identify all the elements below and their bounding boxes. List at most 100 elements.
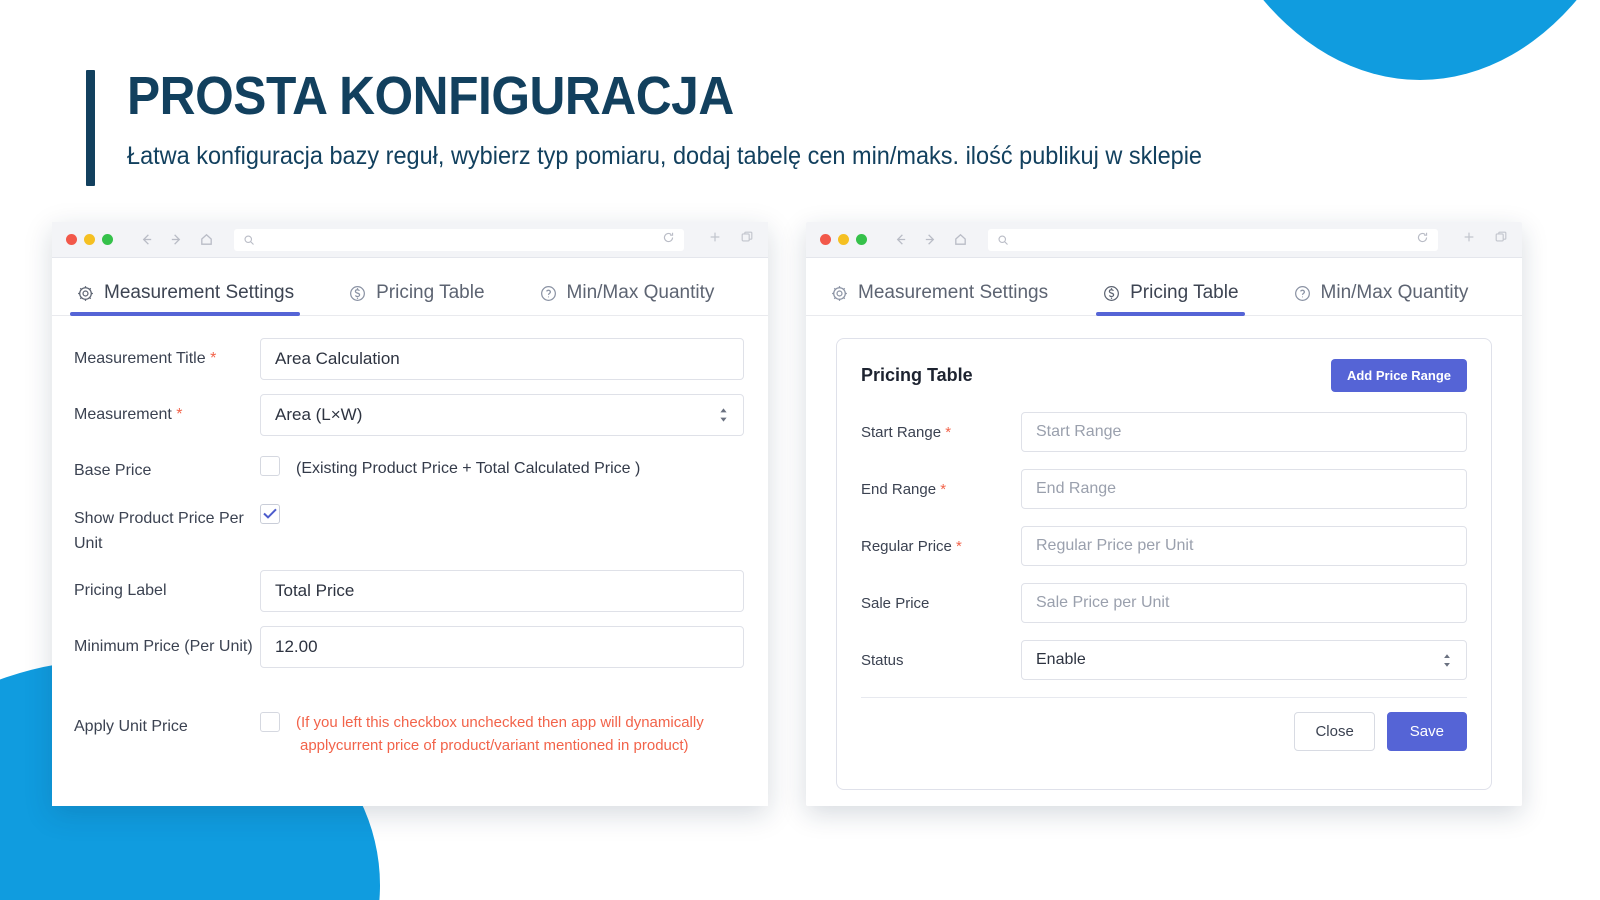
browser-window-measurement-settings: Measurement Settings Pricing Table Min/M… bbox=[52, 222, 768, 806]
window-controls[interactable] bbox=[66, 234, 113, 245]
required-asterisk: * bbox=[956, 537, 962, 555]
copy-tabs-icon[interactable] bbox=[1494, 230, 1508, 249]
arrow-right-icon[interactable] bbox=[923, 232, 938, 247]
hero-accent-bar bbox=[86, 70, 95, 186]
minimize-window-dot[interactable] bbox=[84, 234, 95, 245]
tab-pricing-table[interactable]: Pricing Table bbox=[1096, 282, 1245, 316]
apply-unit-price-note: (If you left this checkbox unchecked the… bbox=[296, 712, 704, 757]
tab-measurement-settings[interactable]: Measurement Settings bbox=[824, 282, 1054, 316]
base-price-description: (Existing Product Price + Total Calculat… bbox=[296, 460, 641, 477]
status-select-value: Enable bbox=[1036, 651, 1086, 668]
dollar-circle-icon bbox=[348, 284, 367, 303]
close-button[interactable]: Close bbox=[1294, 712, 1375, 751]
arrow-right-icon[interactable] bbox=[169, 232, 184, 247]
tab-pricing-table[interactable]: Pricing Table bbox=[342, 282, 490, 316]
maximize-window-dot[interactable] bbox=[102, 234, 113, 245]
field-label: Minimum Price (Per Unit) bbox=[74, 638, 253, 656]
gear-icon bbox=[76, 284, 95, 303]
field-label: Sale Price bbox=[861, 594, 930, 612]
card-divider bbox=[861, 697, 1467, 698]
poster-canvas: PROSTA KONFIGURACJA Łatwa konfiguracja b… bbox=[0, 0, 1600, 900]
browser-chrome-left bbox=[52, 222, 768, 258]
regular-price-input[interactable]: Regular Price per Unit bbox=[1021, 526, 1467, 566]
plus-icon[interactable] bbox=[708, 230, 722, 249]
field-status: Status Enable bbox=[861, 640, 1467, 680]
page-subtitle: Łatwa konfiguracja bazy reguł, wybierz t… bbox=[127, 142, 1203, 171]
end-range-input[interactable]: End Range bbox=[1021, 469, 1467, 509]
field-label: Apply Unit Price bbox=[74, 718, 188, 736]
measurement-settings-form: Measurement Title * Area Calculation Mea… bbox=[52, 316, 768, 757]
tab-label: Pricing Table bbox=[1130, 282, 1239, 303]
pricing-table-title: Pricing Table bbox=[861, 365, 973, 385]
reload-icon[interactable] bbox=[1416, 231, 1429, 249]
required-asterisk: * bbox=[940, 480, 947, 498]
plus-icon[interactable] bbox=[1462, 230, 1476, 249]
field-label: Base Price bbox=[74, 462, 152, 479]
close-window-dot[interactable] bbox=[66, 234, 77, 245]
tab-label: Min/Max Quantity bbox=[1320, 282, 1469, 303]
tab-measurement-settings[interactable]: Measurement Settings bbox=[70, 282, 301, 316]
reload-icon[interactable] bbox=[662, 231, 675, 249]
close-window-dot[interactable] bbox=[820, 234, 831, 245]
gear-icon bbox=[830, 284, 849, 303]
hero-block: PROSTA KONFIGURACJA Łatwa konfiguracja b… bbox=[86, 66, 1271, 186]
required-asterisk: * bbox=[176, 406, 183, 423]
pricing-table-card-header: Pricing Table Add Price Range bbox=[861, 359, 1467, 392]
apply-unit-price-note-line2: applycurrent price of product/variant me… bbox=[300, 736, 689, 754]
tab-bar-right: Measurement Settings Pricing Table Min/M… bbox=[806, 258, 1522, 316]
save-button[interactable]: Save bbox=[1386, 712, 1467, 751]
tab-label: Measurement Settings bbox=[858, 282, 1049, 303]
arrow-left-icon[interactable] bbox=[893, 232, 908, 247]
add-price-range-button[interactable]: Add Price Range bbox=[1330, 359, 1467, 392]
base-price-checkbox[interactable] bbox=[260, 456, 280, 476]
address-bar[interactable] bbox=[988, 228, 1438, 251]
field-measurement: Measurement * Area (L×W) bbox=[74, 394, 744, 436]
pricing-label-input[interactable]: Total Price bbox=[260, 570, 744, 613]
measurement-title-input[interactable]: Area Calculation bbox=[260, 338, 744, 380]
home-icon[interactable] bbox=[953, 232, 968, 247]
tab-label: Min/Max Quantity bbox=[566, 282, 715, 303]
tab-label: Measurement Settings bbox=[104, 282, 295, 303]
browser-window-pricing-table: Measurement Settings Pricing Table Min/M… bbox=[806, 222, 1522, 806]
apply-unit-price-note-line1: (If you left this checkbox unchecked the… bbox=[296, 714, 704, 732]
field-minimum-price-per-unit: Minimum Price (Per Unit) 12.00 bbox=[74, 626, 744, 669]
required-asterisk: * bbox=[210, 350, 217, 367]
maximize-window-dot[interactable] bbox=[856, 234, 867, 245]
search-icon bbox=[997, 234, 1009, 246]
show-product-price-per-unit-checkbox[interactable] bbox=[260, 503, 280, 524]
tab-min-max-quantity[interactable]: Min/Max Quantity bbox=[533, 282, 721, 316]
status-select[interactable]: Enable bbox=[1021, 640, 1467, 680]
minimum-price-input[interactable]: 12.00 bbox=[260, 626, 744, 669]
measurement-select[interactable]: Area (L×W) bbox=[260, 394, 744, 436]
field-label: End Range * bbox=[861, 480, 947, 498]
address-bar[interactable] bbox=[234, 228, 684, 251]
field-regular-price: Regular Price * Regular Price per Unit bbox=[861, 526, 1467, 566]
field-label: Show Product Price Per Unit bbox=[74, 509, 244, 552]
chevron-updown-icon bbox=[1442, 653, 1452, 668]
required-asterisk: * bbox=[945, 423, 952, 441]
field-label: Status bbox=[861, 651, 904, 669]
copy-tabs-icon[interactable] bbox=[740, 230, 754, 249]
field-label: Regular Price * bbox=[861, 537, 962, 555]
field-label: Measurement Title * bbox=[74, 350, 217, 367]
sale-price-input[interactable]: Sale Price per Unit bbox=[1021, 583, 1467, 623]
minimize-window-dot[interactable] bbox=[838, 234, 849, 245]
question-circle-icon bbox=[539, 284, 558, 303]
start-range-input[interactable]: Start Range bbox=[1021, 412, 1467, 452]
field-show-product-price-per-unit: Show Product Price Per Unit bbox=[74, 498, 744, 557]
tab-bar-left: Measurement Settings Pricing Table Min/M… bbox=[52, 258, 768, 316]
window-controls[interactable] bbox=[820, 234, 867, 245]
tab-min-max-quantity[interactable]: Min/Max Quantity bbox=[1287, 282, 1475, 316]
apply-unit-price-checkbox[interactable] bbox=[260, 712, 280, 733]
search-icon bbox=[243, 234, 255, 246]
home-icon[interactable] bbox=[199, 232, 214, 247]
field-apply-unit-price: Apply Unit Price (If you left this check… bbox=[74, 706, 744, 757]
field-measurement-title: Measurement Title * Area Calculation bbox=[74, 338, 744, 380]
pricing-table-body: Pricing Table Add Price Range Start Rang… bbox=[806, 316, 1522, 806]
field-base-price: Base Price (Existing Product Price + Tot… bbox=[74, 450, 744, 484]
field-start-range: Start Range * Start Range bbox=[861, 412, 1467, 452]
field-label: Measurement * bbox=[74, 406, 183, 423]
arrow-left-icon[interactable] bbox=[139, 232, 154, 247]
field-end-range: End Range * End Range bbox=[861, 469, 1467, 509]
measurement-select-value: Area (L×W) bbox=[275, 405, 363, 424]
